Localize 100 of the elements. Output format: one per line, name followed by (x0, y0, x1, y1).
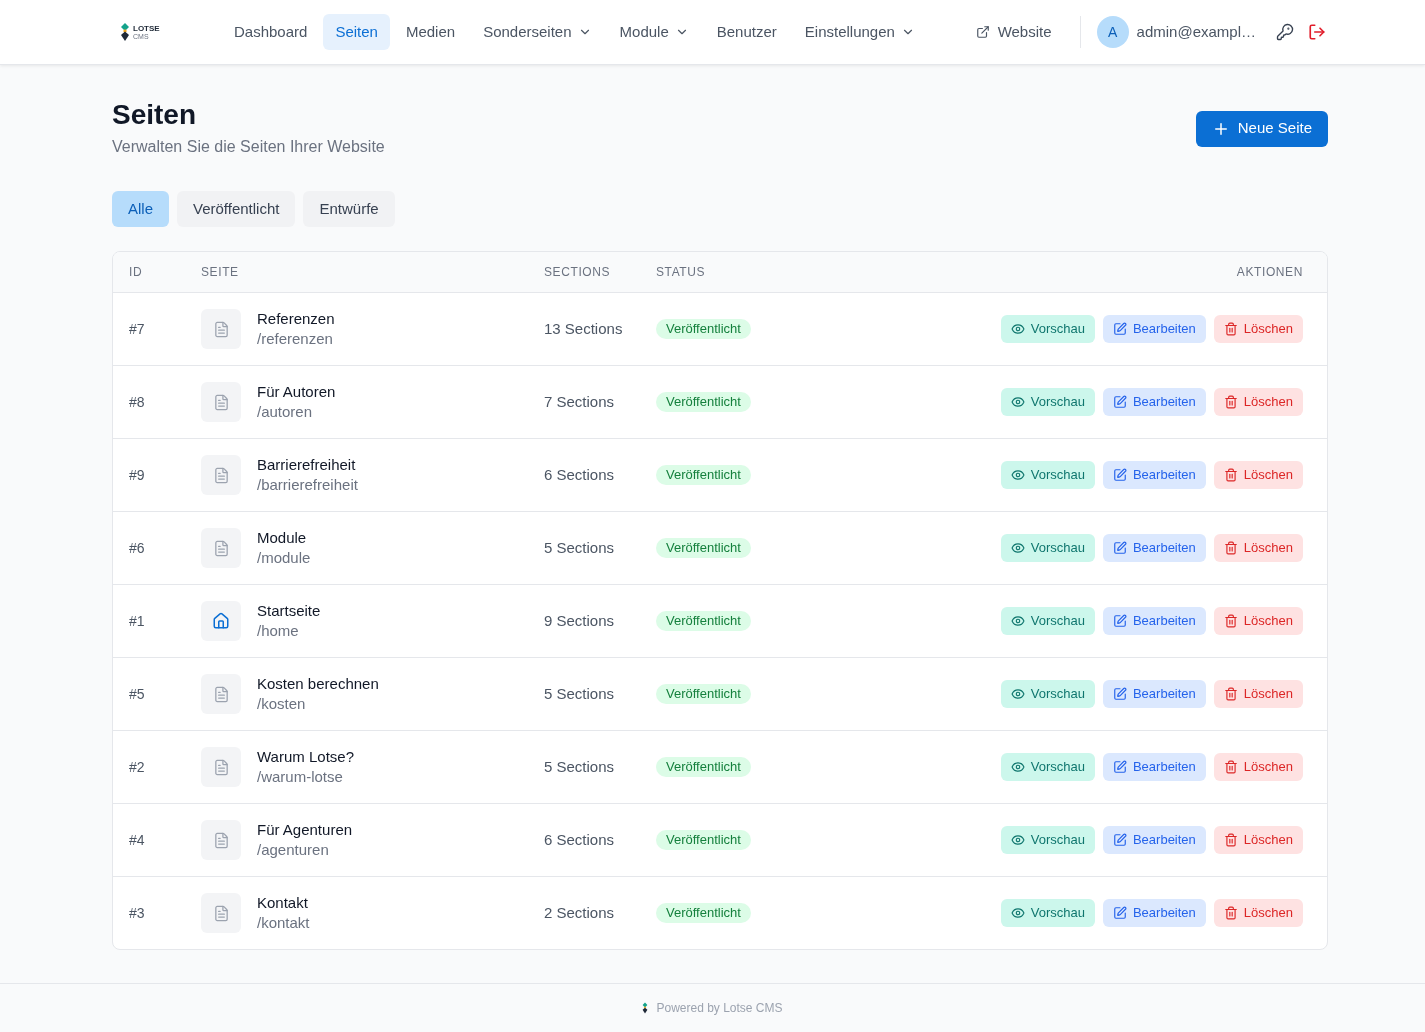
sections-count: 7 Sections (544, 391, 616, 412)
logout-icon (1308, 23, 1326, 41)
id-cell-text: #7 (129, 319, 146, 339)
status-badge: Veröffentlicht (656, 465, 751, 485)
id-cell-text: #3 (129, 903, 146, 923)
page-name: Barrierefreiheit (257, 455, 357, 475)
column-header: SEITE (201, 264, 240, 281)
edit-button[interactable]: Bearbeiten (1102, 534, 1206, 562)
avatar[interactable]: A (1096, 16, 1129, 48)
page-name: Module (257, 528, 308, 548)
document-icon (201, 382, 241, 422)
page-name: Kontakt (257, 893, 309, 913)
delete-button[interactable]: Löschen (1213, 680, 1303, 708)
delete-button[interactable]: Löschen (1213, 461, 1303, 489)
id-cell-text: #4 (129, 830, 146, 850)
id-cell-text: #8 (129, 392, 146, 412)
preview-button[interactable]: Vorschau (1000, 315, 1095, 343)
home-icon (201, 601, 241, 641)
id-cell-text: #9 (129, 465, 146, 485)
page-name: Startseite (257, 601, 321, 621)
nav-tab[interactable]: Module (607, 14, 701, 50)
trash-icon (1223, 614, 1238, 628)
preview-button[interactable]: Vorschau (1000, 680, 1095, 708)
sections-count: 5 Sections (544, 756, 616, 777)
page-slug: /warum-lotse (257, 767, 344, 787)
page-slug: /kontakt (257, 913, 310, 933)
page-name: Für Agenturen (257, 820, 353, 840)
edit-button[interactable]: Bearbeiten (1102, 607, 1206, 635)
page-slug: /home (257, 621, 300, 641)
status-badge: Veröffentlicht (656, 611, 751, 631)
logo-icon (642, 1002, 649, 1014)
preview-button[interactable]: Vorschau (1000, 826, 1095, 854)
status-badge: Veröffentlicht (656, 392, 751, 412)
nav-tab[interactable]: Einstellungen (792, 14, 927, 50)
edit-button[interactable]: Bearbeiten (1102, 388, 1206, 416)
nav-tab[interactable]: Medien (393, 14, 468, 50)
preview-button[interactable]: Vorschau (1000, 461, 1095, 489)
edit-icon (1112, 833, 1127, 847)
page-slug: /module (257, 548, 311, 568)
delete-button[interactable]: Löschen (1213, 315, 1303, 343)
new-page-button[interactable]: Neue Seite (1195, 110, 1328, 147)
preview-button[interactable]: Vorschau (1000, 753, 1095, 781)
key-button[interactable] (1276, 23, 1294, 41)
filter-tab[interactable]: Entwürfe (303, 191, 395, 227)
trash-icon (1223, 687, 1238, 701)
edit-icon (1112, 760, 1127, 774)
filter-tab[interactable]: Alle (112, 191, 169, 227)
edit-icon (1112, 395, 1127, 409)
nav-tab[interactable]: Sonderseiten (471, 14, 604, 50)
key-icon (1276, 23, 1294, 41)
status-badge: Veröffentlicht (656, 757, 751, 777)
page-name: Für Autoren (257, 382, 336, 402)
website-link[interactable]: Website (963, 14, 1064, 50)
delete-button[interactable]: Löschen (1213, 534, 1303, 562)
edit-button[interactable]: Bearbeiten (1102, 899, 1206, 927)
trash-icon (1223, 906, 1238, 920)
column-header: AKTIONEN (1236, 264, 1303, 281)
nav-tab[interactable]: Dashboard (222, 14, 320, 50)
document-icon (201, 747, 241, 787)
logout-button[interactable] (1308, 23, 1326, 41)
delete-button[interactable]: Löschen (1213, 388, 1303, 416)
delete-button[interactable]: Löschen (1213, 607, 1303, 635)
user-email: admin@exampl… (1136, 21, 1256, 42)
status-badge: Veröffentlicht (656, 684, 751, 704)
page-slug: /autoren (257, 402, 314, 422)
edit-button[interactable]: Bearbeiten (1102, 680, 1206, 708)
id-cell-text: #1 (129, 611, 146, 631)
nav-tab[interactable]: Seiten (323, 14, 390, 50)
trash-icon (1223, 833, 1238, 847)
edit-button[interactable]: Bearbeiten (1102, 753, 1206, 781)
delete-button[interactable]: Löschen (1213, 899, 1303, 927)
eye-icon (1010, 760, 1025, 774)
page-name: Kosten berechnen (257, 674, 379, 694)
id-cell-text: #2 (129, 757, 146, 777)
delete-button[interactable]: Löschen (1213, 826, 1303, 854)
eye-icon (1010, 833, 1025, 847)
edit-button[interactable]: Bearbeiten (1102, 461, 1206, 489)
page-slug: /barrierefreiheit (257, 475, 358, 495)
edit-button[interactable]: Bearbeiten (1102, 826, 1206, 854)
page-slug: /agenturen (257, 840, 330, 860)
filter-tab[interactable]: Veröffentlicht (177, 191, 296, 227)
preview-button[interactable]: Vorschau (1000, 534, 1095, 562)
preview-button[interactable]: Vorschau (1000, 607, 1095, 635)
preview-button[interactable]: Vorschau (1000, 899, 1095, 927)
sections-count: 6 Sections (544, 464, 616, 485)
preview-button[interactable]: Vorschau (1000, 388, 1095, 416)
page-title: Seiten (112, 98, 198, 132)
nav-tab[interactable]: Benutzer (704, 14, 789, 50)
eye-icon (1010, 322, 1025, 336)
eye-icon (1010, 614, 1025, 628)
column-header: SECTIONS (544, 264, 612, 281)
external-link-icon (975, 25, 990, 39)
document-icon (201, 674, 241, 714)
id-cell-text: #6 (129, 538, 146, 558)
delete-button[interactable]: Löschen (1213, 753, 1303, 781)
edit-icon (1112, 906, 1127, 920)
document-icon (201, 893, 241, 933)
edit-button[interactable]: Bearbeiten (1102, 315, 1206, 343)
document-icon (201, 820, 241, 860)
eye-icon (1010, 906, 1025, 920)
